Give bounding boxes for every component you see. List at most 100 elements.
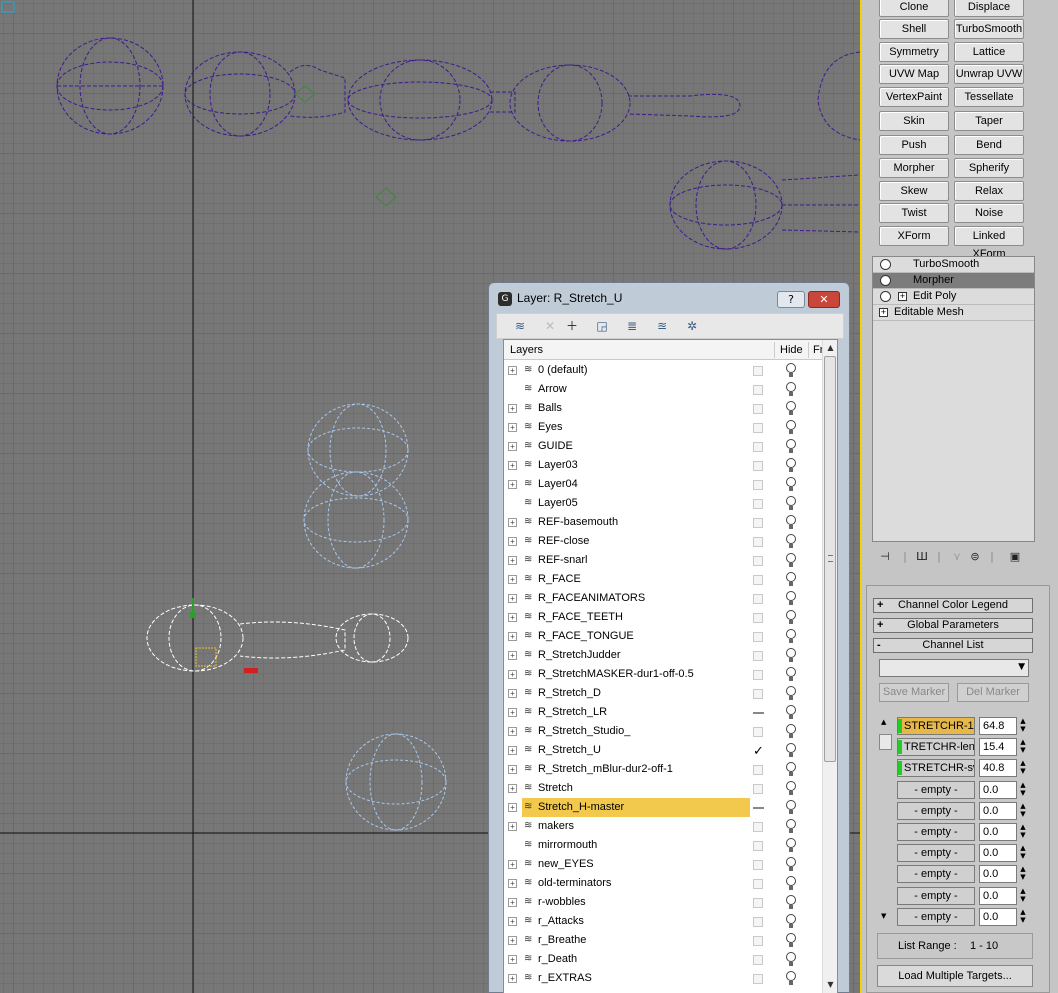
hide-checkbox[interactable]	[753, 822, 763, 832]
layer-row[interactable]: + ≋ Stretch_H-master	[504, 798, 822, 817]
layer-row[interactable]: + ≋ Layer03	[504, 456, 822, 475]
modifier-stack[interactable]: TurboSmooth Morpher + Edit Poly + Editable Me…	[872, 256, 1035, 542]
layer-name[interactable]: Stretch_H-master	[538, 798, 624, 817]
modifier-button-shell[interactable]: Shell	[879, 19, 949, 39]
expand-icon[interactable]: +	[508, 974, 517, 983]
modifier-button-unwrap-uvw[interactable]: Unwrap UVW	[954, 64, 1024, 84]
hide-checkbox[interactable]	[753, 974, 763, 984]
layer-row[interactable]: + ≋ R_FACE	[504, 570, 822, 589]
modifier-button-noise[interactable]: Noise	[954, 203, 1024, 223]
channel-button[interactable]: TRETCHR-lengt	[897, 738, 975, 757]
scroll-down-icon[interactable]: ▼	[881, 912, 886, 920]
hide-checkbox[interactable]	[753, 613, 763, 623]
hide-checkbox[interactable]	[753, 917, 763, 927]
layer-name[interactable]: R_FACE_TONGUE	[538, 627, 634, 646]
lightbulb-icon[interactable]	[785, 781, 797, 796]
layer-name[interactable]: R_Stretch_Studio_	[538, 722, 630, 741]
channel-value-field[interactable]: 15.4	[979, 738, 1017, 757]
hide-checkbox[interactable]: ✓	[753, 744, 764, 757]
layer-name[interactable]: Layer04	[538, 475, 578, 494]
channel-spinner[interactable]: ▲ ▼	[1018, 738, 1028, 756]
lightbulb-icon[interactable]	[785, 572, 797, 587]
expand-icon[interactable]: +	[508, 708, 517, 717]
layer-row[interactable]: + ≋ old-terminators	[504, 874, 822, 893]
hide-checkbox[interactable]	[753, 670, 763, 680]
modifier-button-relax[interactable]: Relax	[954, 181, 1024, 201]
marker-dropdown[interactable]: ▼	[879, 659, 1029, 677]
hide-checkbox[interactable]	[753, 537, 763, 547]
modifier-button-bend[interactable]: Bend	[954, 135, 1024, 155]
layer-dialog[interactable]: Layer: R_Stretch_U G ? ✕ ≋ ✕ ＋ ◲ ≣ ≊ ✲ L…	[488, 282, 850, 993]
global-parameters-rollout[interactable]: + Global Parameters	[873, 618, 1033, 633]
stack-item[interactable]: TurboSmooth	[873, 257, 1034, 273]
layer-row[interactable]: + ≋ REF-close	[504, 532, 822, 551]
layer-name[interactable]: R_Stretch_mBlur-dur2-off-1	[538, 760, 673, 779]
lightbulb-icon[interactable]	[785, 477, 797, 492]
layer-row[interactable]: + ≋ GUIDE	[504, 437, 822, 456]
scroll-up-icon[interactable]: ▲	[881, 718, 886, 726]
layer-row[interactable]: + ≋ R_StretchJudder	[504, 646, 822, 665]
channel-value-field[interactable]: 0.0	[979, 865, 1017, 884]
expand-icon[interactable]: +	[508, 537, 517, 546]
modifier-button-clone[interactable]: Clone	[879, 0, 949, 17]
freeze-unfreeze-all-icon[interactable]: ✲	[683, 317, 701, 335]
lightbulb-icon[interactable]	[785, 876, 797, 891]
expand-icon[interactable]: +	[508, 860, 517, 869]
lightbulb-icon[interactable]	[785, 686, 797, 701]
lightbulb-icon[interactable]	[785, 800, 797, 815]
modifier-button-lattice[interactable]: Lattice	[954, 42, 1024, 62]
expand-icon[interactable]: +	[508, 594, 517, 603]
expand-icon[interactable]: +	[508, 917, 517, 926]
lightbulb-icon[interactable]	[785, 819, 797, 834]
pin-stack-icon[interactable]: ⊣	[878, 550, 892, 564]
hide-checkbox[interactable]	[753, 898, 763, 908]
hide-checkbox[interactable]	[753, 461, 763, 471]
modifier-button-xform[interactable]: XForm	[879, 226, 949, 246]
lightbulb-icon[interactable]	[785, 629, 797, 644]
layer-row[interactable]: ≋ Layer05	[504, 494, 822, 513]
expand-icon[interactable]: +	[508, 651, 517, 660]
channel-value-field[interactable]: 64.8	[979, 717, 1017, 735]
layer-row[interactable]: + ≋ R_Stretch_Studio_	[504, 722, 822, 741]
layer-row[interactable]: + ≋ Layer04	[504, 475, 822, 494]
expand-icon[interactable]: +	[508, 480, 517, 489]
layer-row[interactable]: + ≋ R_Stretch_LR	[504, 703, 822, 722]
delete-layer-icon[interactable]: ✕	[541, 317, 559, 335]
hide-checkbox[interactable]	[753, 385, 763, 395]
channel-button[interactable]: - empty -	[897, 780, 975, 799]
expand-icon[interactable]: +	[508, 955, 517, 964]
configure-sets-icon[interactable]: ▣	[1008, 550, 1022, 564]
modifier-button-push[interactable]: Push	[879, 135, 949, 155]
expand-icon[interactable]: +	[508, 803, 517, 812]
layer-name[interactable]: REF-basemouth	[538, 513, 618, 532]
expand-icon[interactable]: +	[508, 898, 517, 907]
layer-row[interactable]: + ≋ R_FACEANIMATORS	[504, 589, 822, 608]
lightbulb-icon[interactable]	[785, 553, 797, 568]
layer-row[interactable]: + ≋ R_FACE_TONGUE	[504, 627, 822, 646]
layer-name[interactable]: GUIDE	[538, 437, 573, 456]
lightbulb-icon[interactable]	[785, 382, 797, 397]
expand-icon[interactable]: +	[508, 822, 517, 831]
layer-row[interactable]: + ≋ R_StretchMASKER-dur1-off-0.5	[504, 665, 822, 684]
layer-name[interactable]: R_FACEANIMATORS	[538, 589, 645, 608]
channel-value-field[interactable]: 40.8	[979, 759, 1017, 778]
layer-name[interactable]: 0 (default)	[538, 361, 588, 380]
channel-spinner[interactable]: ▲ ▼	[1018, 802, 1028, 820]
lightbulb-icon[interactable]	[785, 895, 797, 910]
stack-item[interactable]: + Editable Mesh	[873, 305, 1034, 321]
expand-icon[interactable]: +	[508, 518, 517, 527]
scroll-thumb[interactable]	[824, 356, 836, 762]
channel-list-rollout[interactable]: - Channel List	[873, 638, 1033, 653]
expand-icon[interactable]: +	[508, 613, 517, 622]
layer-name[interactable]: R_StretchMASKER-dur1-off-0.5	[538, 665, 694, 684]
channel-spinner[interactable]: ▲ ▼	[1018, 908, 1028, 926]
modifier-button-uvw-map[interactable]: UVW Map	[879, 64, 949, 84]
hide-checkbox[interactable]	[753, 404, 763, 414]
select-objects-icon[interactable]: ◲	[593, 317, 611, 335]
expand-icon[interactable]: +	[508, 632, 517, 641]
hide-checkbox[interactable]	[753, 480, 763, 490]
channel-button[interactable]: STRETCHR-112	[897, 717, 975, 735]
lightbulb-icon[interactable]	[880, 259, 891, 270]
layer-row[interactable]: + ≋ r-wobbles	[504, 893, 822, 912]
modifier-button-displace[interactable]: Displace	[954, 0, 1024, 17]
